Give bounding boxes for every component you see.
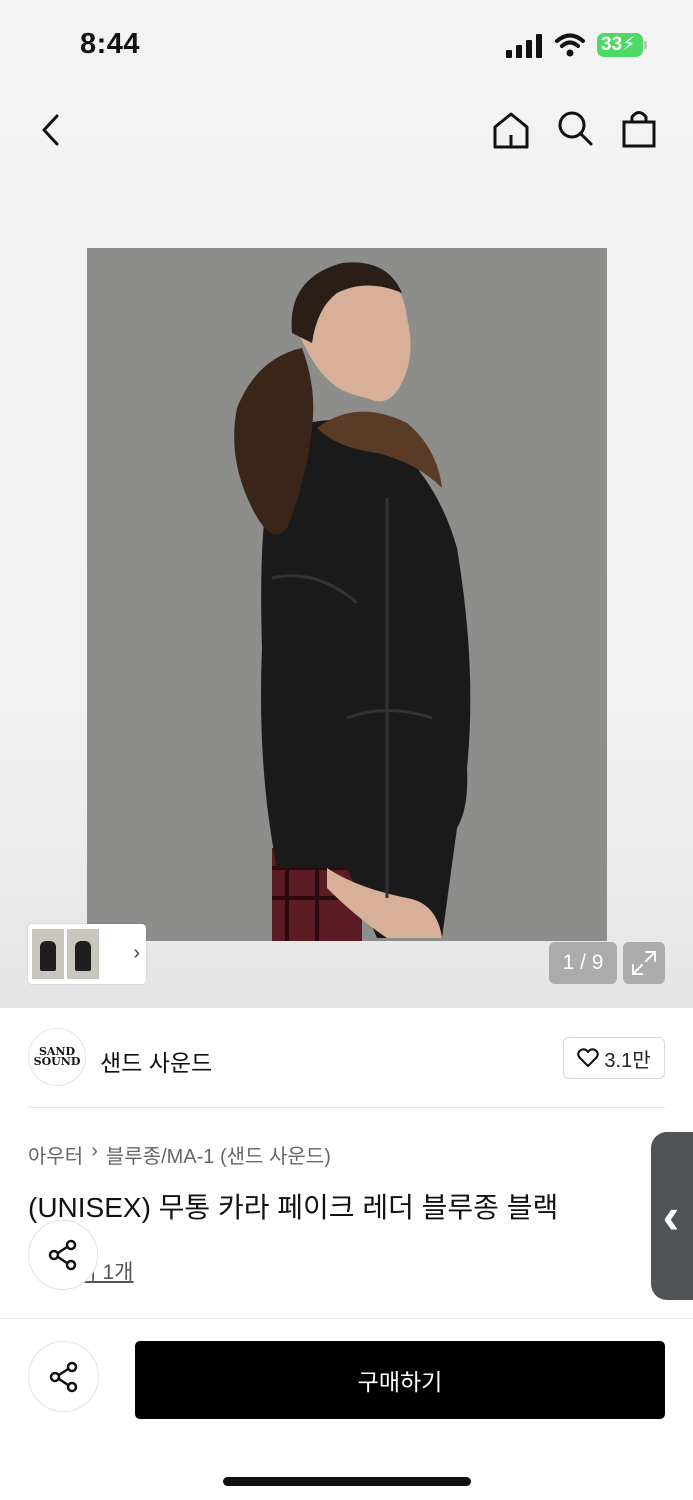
like-count: 3.1만 [604,1049,651,1072]
share-button[interactable] [28,1341,99,1412]
wifi-icon [555,33,585,57]
heart-icon [577,1048,600,1067]
share-icon [49,1361,77,1392]
side-panel-tab[interactable]: ‹ [651,1132,693,1300]
chevron-left-icon [42,114,59,146]
status-time: 8:44 [80,28,141,60]
search-icon [558,111,593,146]
page-indicator: 1 / 9 [549,942,617,984]
home-icon [493,112,529,149]
chevron-left-icon: ‹ [662,1188,680,1244]
brand-logo-text: SAND SOUND [33,1045,81,1068]
brand-row: SAND SOUND 샌드 사운드 3.1만 [28,1028,665,1088]
thumbnail[interactable] [67,929,99,979]
thumbnail[interactable] [32,929,64,979]
product-photo [87,248,607,941]
expand-button[interactable] [623,942,665,984]
battery-indicator: 33⚡ [597,33,647,57]
status-bar: 8:44 33⚡ [0,0,693,90]
expand-icon [632,951,656,975]
like-button[interactable]: 3.1만 [563,1037,665,1079]
product-title: (UNISEX) 무통 카라 페이크 레더 블루종 블랙 [28,1192,559,1223]
breadcrumb-item[interactable]: 아우터 [28,1140,83,1169]
brand-logo[interactable]: SAND SOUND [28,1028,86,1086]
buy-button[interactable]: 구매하기 [135,1341,665,1419]
back-button[interactable] [28,108,72,152]
bottom-bar: 구매하기 [0,1318,693,1500]
breadcrumb-separator-icon: › [91,1140,98,1162]
divider [28,1107,665,1108]
home-button[interactable] [489,108,533,152]
shopping-bag-button[interactable] [617,106,661,150]
brand-name[interactable]: 샌드 사운드 [100,1044,212,1078]
breadcrumb-item[interactable]: 블루종/MA-1 (샌드 사운드) [106,1140,331,1169]
cellular-signal-icon [506,34,542,58]
share-icon [48,1239,77,1271]
product-image[interactable] [87,248,607,941]
home-indicator [223,1477,471,1486]
shopping-bag-icon [622,111,656,148]
floating-share-button[interactable] [28,1220,98,1290]
chevron-right-icon: › [133,942,140,964]
search-button[interactable] [553,106,597,150]
thumbnail-strip[interactable]: › [28,924,146,984]
breadcrumb: 아우터 › 블루종/MA-1 (샌드 사운드) [28,1140,331,1169]
